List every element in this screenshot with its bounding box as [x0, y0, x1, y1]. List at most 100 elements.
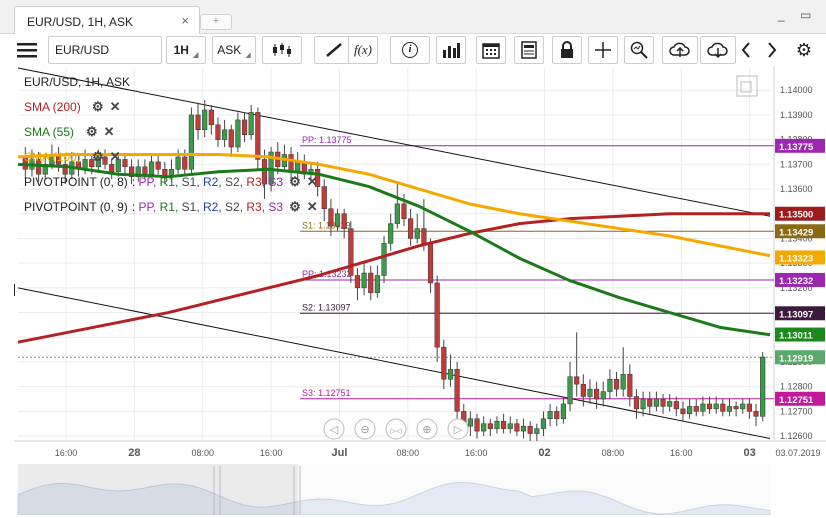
volume-button[interactable] [436, 36, 466, 64]
pivot-level-label: S2: 1.13097 [302, 302, 351, 312]
close-icon[interactable]: ✕ [307, 174, 318, 190]
legend-title: EUR/USD, 1H, ASK [24, 75, 130, 89]
settings-button[interactable]: ⚙ [792, 36, 816, 64]
pivot-price-badge-text: 1.12751 [779, 395, 814, 406]
price-tick-label: 1.13600 [780, 184, 813, 194]
legend-pivot-8-label: PIVOTPOINT (0, 8) [24, 175, 128, 189]
price-tick-label: 1.12600 [780, 431, 813, 441]
price-tick-label: 1.13700 [780, 159, 813, 169]
bullish-candle [222, 129, 228, 140]
price-tick-label: 1.14000 [780, 85, 813, 95]
close-icon[interactable]: ✕ [104, 124, 115, 140]
scroll-right-button[interactable] [762, 36, 782, 64]
bullish-candle [235, 119, 241, 148]
time-tick-label: 16:00 [260, 448, 283, 458]
bearish-candle [514, 423, 520, 432]
draw-line-icon [326, 43, 342, 57]
bullish-candle [334, 213, 341, 227]
zoom-button[interactable] [624, 36, 654, 64]
bearish-candle [613, 378, 620, 390]
data-table-button[interactable] [514, 36, 544, 64]
price-tick-label: 1.12800 [780, 382, 813, 392]
legend-pivot-9-label: PIVOTPOINT (0, 9) [24, 200, 128, 214]
time-tick-label: 16:00 [465, 448, 488, 458]
lock-button[interactable] [552, 36, 582, 64]
pivot-param-2: S1, [181, 200, 203, 214]
chart-tab[interactable]: EUR/USD, 1H, ASK × [14, 6, 200, 34]
time-tick-label: Jul [332, 447, 348, 459]
gear-icon[interactable]: ⚙ [92, 99, 104, 115]
pivot-price-badge-text: 1.13429 [779, 227, 813, 238]
period-label: 1H [173, 43, 189, 57]
bullish-candle [520, 425, 527, 432]
bearish-candle [109, 164, 115, 172]
hamburger-icon[interactable] [10, 36, 44, 64]
bullish-candle [653, 398, 659, 407]
bearish-candle [215, 124, 221, 140]
lock-icon [561, 41, 573, 58]
info-button[interactable]: i [390, 36, 430, 64]
dropdown-caret-icon: ◢ [192, 52, 199, 59]
bullish-candle [361, 272, 367, 289]
bullish-candle [587, 388, 593, 397]
bullish-candle [687, 406, 693, 415]
close-icon[interactable]: ✕ [110, 99, 121, 115]
bullish-candle [713, 403, 719, 410]
bullish-candle [188, 114, 194, 170]
dropdown-caret-icon: ◢ [245, 52, 251, 59]
period-select[interactable]: 1H ◢ [166, 36, 206, 64]
bearish-candle [368, 272, 374, 294]
minimize-button[interactable]: _ [778, 8, 785, 22]
close-tab-icon[interactable]: × [181, 13, 189, 28]
side-select[interactable]: ASK ◢ [212, 36, 256, 64]
crosshair-icon [595, 42, 611, 58]
bullish-candle [740, 403, 746, 410]
download-button[interactable] [700, 36, 736, 64]
close-icon[interactable]: ✕ [307, 199, 318, 215]
bullish-candle [175, 156, 181, 170]
price-badge-text: 1.13323 [779, 253, 813, 264]
bearish-candle [680, 408, 686, 415]
bearish-candle [580, 383, 586, 397]
chart-area[interactable]: 1.140001.139001.138001.137001.136001.135… [12, 66, 826, 516]
left-resize-handle[interactable] [12, 284, 15, 296]
gear-icon[interactable]: ⚙ [289, 199, 301, 215]
gear-icon[interactable]: ⚙ [86, 124, 98, 140]
pivot-param-1: R1, [159, 200, 182, 214]
bearish-candle [527, 425, 533, 434]
add-tab-button[interactable]: + [200, 14, 232, 30]
candles-button[interactable] [262, 36, 302, 64]
pivot-param-4: S2, [225, 200, 247, 214]
bearish-candle [501, 420, 507, 429]
pivot-param-6: S3 [268, 200, 284, 214]
bullish-candle [534, 428, 540, 434]
bullish-candle [481, 423, 487, 432]
gear-icon[interactable]: ⚙ [92, 149, 104, 165]
scroll-left-button[interactable] [736, 36, 756, 64]
price-tick-label: 1.13900 [780, 110, 813, 120]
instrument-select[interactable]: EUR/USD [48, 36, 162, 64]
gear-icon[interactable]: ⚙ [289, 174, 301, 190]
navigator-window[interactable] [18, 464, 298, 515]
crosshair-button[interactable] [588, 36, 618, 64]
fx-indicator-button[interactable]: f(x) [348, 36, 378, 64]
bullish-candle [540, 418, 547, 429]
bearish-candle [328, 208, 334, 227]
pivot-param-1: R1, [159, 175, 182, 189]
fit-icon-glyph: ▷◁ [391, 428, 402, 435]
bearish-candle [182, 156, 188, 170]
bearish-candle [660, 398, 666, 407]
close-icon[interactable]: ✕ [110, 149, 121, 165]
bearish-candle [647, 398, 653, 407]
bearish-candle [195, 114, 201, 131]
bearish-candle [633, 396, 640, 410]
calendar-button[interactable] [476, 36, 506, 64]
upload-button[interactable] [662, 36, 698, 64]
nav-left-icon-glyph: ◁ [330, 424, 339, 436]
bullish-candle [202, 109, 208, 131]
bearish-candle [474, 418, 480, 432]
bearish-candle [574, 376, 580, 385]
price-chart[interactable]: 1.140001.139001.138001.137001.136001.135… [12, 66, 826, 516]
restore-button[interactable]: ▭ [800, 8, 811, 22]
bearish-candle [434, 282, 440, 348]
